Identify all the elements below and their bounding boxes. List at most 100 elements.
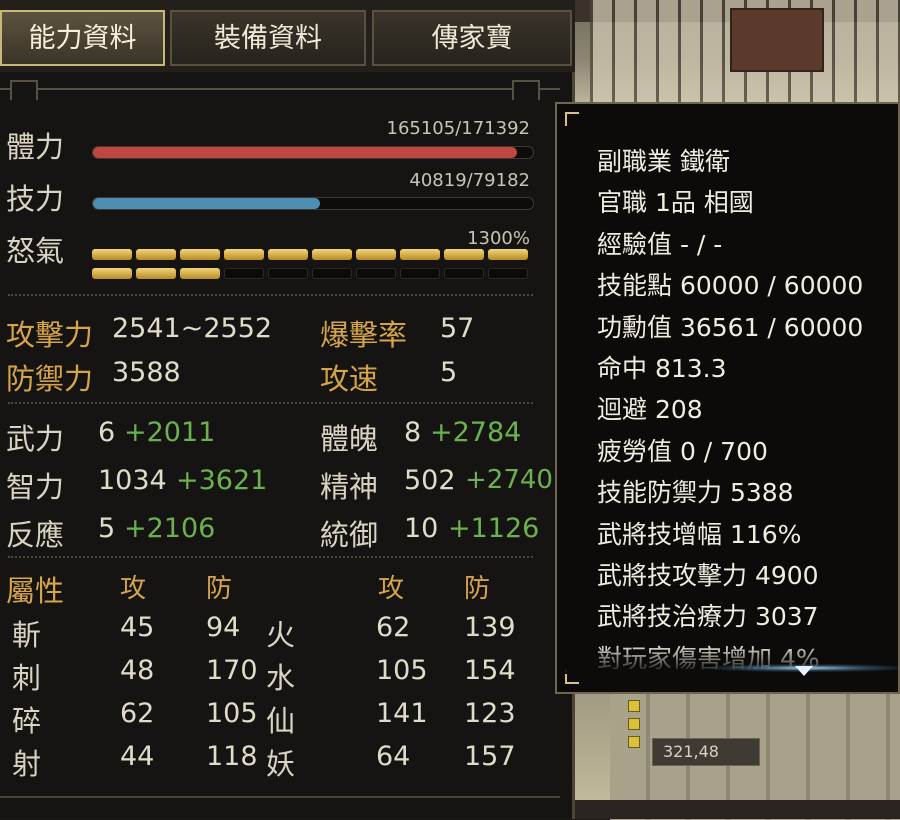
rage-segment	[444, 268, 484, 279]
scroll-down-icon[interactable]	[795, 666, 813, 676]
defense-label: 防禦力	[6, 362, 94, 396]
gate-building	[730, 8, 824, 72]
tab-ability[interactable]: 能力資料	[0, 10, 165, 66]
jing-base: 502	[404, 465, 456, 496]
rage-segment	[312, 249, 352, 260]
hp-value: 165105/171392	[386, 118, 531, 139]
element-def: 170	[206, 655, 258, 686]
rage-segment	[136, 249, 176, 260]
element-def-2: 157	[464, 741, 516, 772]
tooltip-line: 功勳值 36561 / 60000	[597, 312, 864, 342]
hp-bar-fill	[93, 147, 517, 158]
element-name: 射	[12, 747, 42, 781]
element-def: 118	[206, 741, 258, 772]
rage-segment	[224, 268, 264, 279]
hp-label: 體力	[6, 130, 65, 164]
element-name-2: 妖	[266, 747, 296, 781]
element-def: 94	[206, 612, 241, 643]
element-atk: 48	[120, 655, 155, 686]
rage-segment	[488, 249, 528, 260]
rage-segment	[224, 249, 264, 260]
element-atk-2: 62	[376, 612, 411, 643]
tooltip-line: 命中 813.3	[597, 354, 727, 383]
mp-bar-fill	[93, 198, 320, 209]
defense-value: 3588	[112, 357, 181, 388]
tooltip-line: 疲勞值 0 / 700	[597, 436, 768, 466]
tooltip-line: 技能防禦力 5388	[597, 478, 794, 508]
mp-bar	[92, 197, 534, 210]
element-name-2: 仙	[266, 704, 296, 738]
tab-heirloom[interactable]: 傳家寶	[372, 10, 572, 66]
rage-segment	[92, 249, 132, 260]
element-def-2: 139	[464, 612, 516, 643]
jing-label: 精神	[320, 470, 379, 504]
wu-bonus: +2011	[124, 417, 216, 448]
element-atk-2: 64	[376, 741, 411, 772]
attack-label: 攻擊力	[6, 318, 94, 352]
element-name-2: 火	[266, 618, 296, 652]
map-marker	[628, 700, 640, 712]
map-marker	[628, 736, 640, 748]
rage-segment	[268, 268, 308, 279]
hp-bar	[92, 146, 534, 159]
zhi-bonus: +3621	[176, 465, 268, 496]
rage-segment	[400, 268, 440, 279]
element-header-label: 屬性	[6, 574, 65, 608]
tab-equipment[interactable]: 裝備資料	[170, 10, 366, 66]
bottom-bar	[570, 800, 900, 819]
element-atk: 44	[120, 741, 155, 772]
element-def: 105	[206, 698, 258, 729]
tooltip-line: 經驗值 - / -	[597, 229, 723, 259]
rage-segment	[444, 249, 484, 260]
element-name-2: 水	[266, 661, 296, 695]
element-header-atk2: 攻	[378, 574, 405, 604]
crit-label: 爆擊率	[320, 318, 408, 352]
rage-segment	[136, 268, 176, 279]
divider	[8, 402, 533, 404]
zhi-base: 1034	[98, 465, 167, 496]
element-name: 斬	[12, 618, 42, 652]
rage-segment	[488, 268, 528, 279]
stats-tooltip: 副職業 鐵衛 官職 1品 相國 經驗值 - / - 技能點 60000 / 60000…	[555, 102, 900, 694]
speed-label: 攻速	[320, 362, 379, 396]
rage-segment	[400, 249, 440, 260]
fan-bonus: +2106	[124, 513, 216, 544]
divider	[8, 294, 533, 296]
divider	[8, 556, 533, 558]
tong-label: 統御	[320, 518, 379, 552]
tooltip-line: 武將技治療力 3037	[597, 602, 819, 632]
crit-value: 57	[440, 313, 475, 344]
attack-value: 2541~2552	[112, 313, 273, 344]
element-header-def: 防	[206, 574, 233, 604]
element-def-2: 123	[464, 698, 516, 729]
tooltip-line: 武將技增幅 116%	[597, 519, 802, 549]
rage-label: 怒氣	[6, 234, 65, 268]
tong-base: 10	[404, 513, 439, 544]
rage-segment	[356, 249, 396, 260]
tooltip-line: 副職業 鐵衛	[597, 147, 730, 176]
rage-segment	[268, 249, 308, 260]
tipo-bonus: +2784	[430, 417, 522, 448]
element-atk: 62	[120, 698, 155, 729]
tong-bonus: +1126	[448, 513, 540, 544]
tooltip-corner	[565, 112, 579, 126]
jing-bonus: +2740	[465, 465, 553, 495]
rage-value: 1300%	[467, 228, 530, 249]
rage-segment	[180, 268, 220, 279]
rage-segment	[356, 268, 396, 279]
element-header-atk: 攻	[120, 574, 147, 604]
wu-base: 6	[98, 417, 116, 448]
element-atk-2: 105	[376, 655, 428, 686]
panel-bottom-border	[0, 796, 560, 798]
frame-ornament	[512, 80, 540, 100]
wu-label: 武力	[6, 422, 65, 456]
frame-ornament	[10, 80, 38, 100]
map-marker	[628, 718, 640, 730]
rage-segment	[180, 249, 220, 260]
tipo-base: 8	[404, 417, 422, 448]
element-atk: 45	[120, 612, 155, 643]
element-header-def2: 防	[464, 574, 491, 604]
rage-segment	[312, 268, 352, 279]
tipo-label: 體魄	[320, 422, 379, 456]
panel-frame	[0, 80, 560, 108]
